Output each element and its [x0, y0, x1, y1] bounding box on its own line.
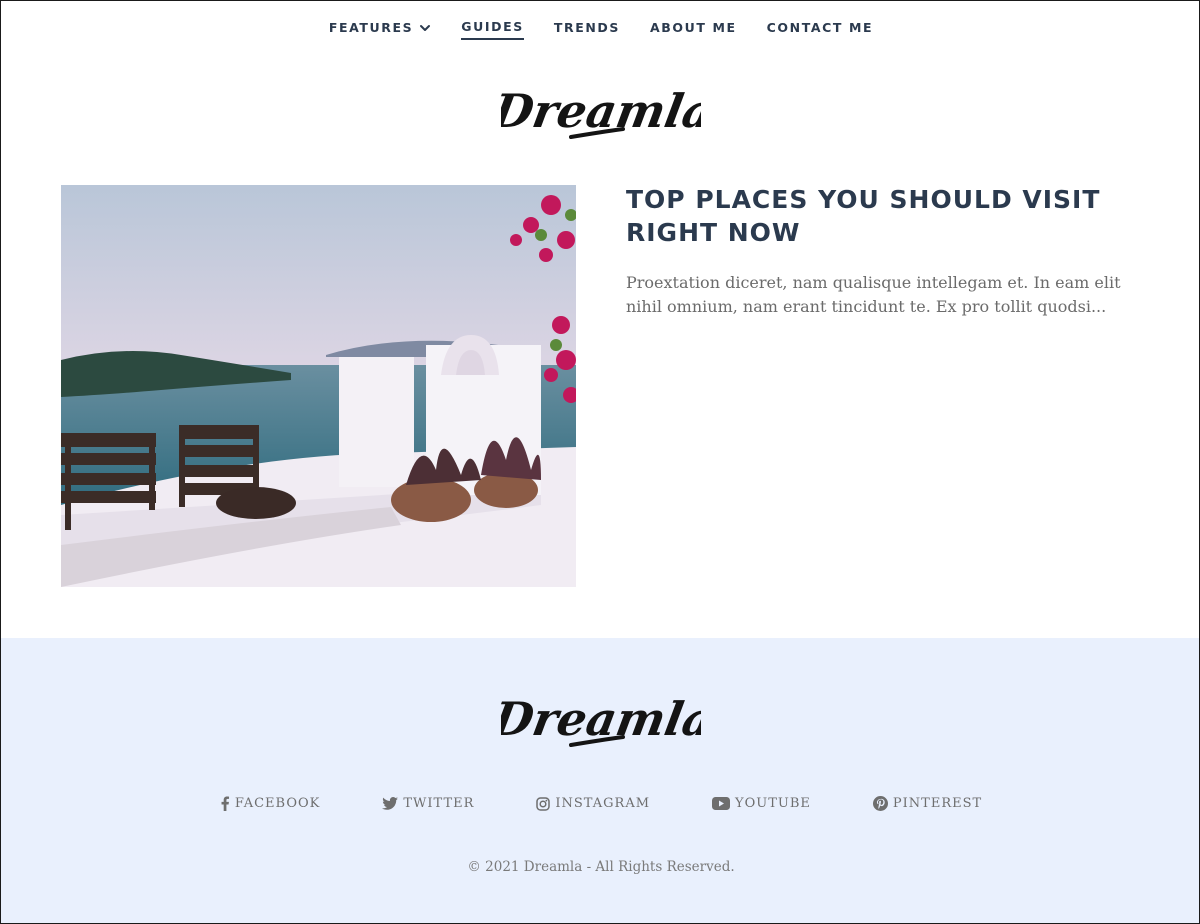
twitter-icon — [382, 797, 399, 810]
instagram-icon — [536, 796, 551, 811]
social-link-twitter[interactable]: TWITTER — [382, 796, 474, 811]
santorini-terrace-photo — [61, 185, 576, 587]
social-link-facebook[interactable]: FACEBOOK — [220, 796, 321, 811]
main-nav: FEATURES GUIDES TRENDS ABOUT ME CONTACT … — [1, 19, 1199, 40]
nav-item-features[interactable]: FEATURES — [329, 19, 431, 40]
site-logo[interactable]: Dreamla — [501, 77, 701, 145]
social-label: PINTEREST — [892, 796, 983, 811]
site-footer — [1, 638, 1199, 923]
post-title[interactable]: TOP PLACES YOU SHOULD VISIT RIGHT NOW — [626, 183, 1146, 249]
social-label: TWITTER — [403, 796, 475, 811]
logo-lettering: Dreamla — [501, 83, 701, 138]
nav-item-contact-me[interactable]: CONTACT ME — [767, 19, 874, 40]
youtube-icon — [712, 797, 731, 810]
social-label: YOUTUBE — [735, 796, 811, 811]
logo-lettering: Dreamla — [501, 691, 701, 746]
nav-item-label: ABOUT ME — [650, 20, 737, 35]
footer-logo[interactable]: Dreamla — [501, 685, 701, 753]
nav-item-label: GUIDES — [461, 19, 524, 34]
nav-item-label: CONTACT ME — [766, 20, 874, 35]
nav-item-about-me[interactable]: ABOUT ME — [650, 19, 737, 40]
social-label: FACEBOOK — [234, 796, 321, 811]
social-link-instagram[interactable]: INSTAGRAM — [536, 796, 650, 811]
page: FEATURES GUIDES TRENDS ABOUT ME CONTACT … — [0, 0, 1200, 924]
nav-item-guides[interactable]: GUIDES — [461, 19, 524, 40]
facebook-icon — [221, 796, 229, 811]
pinterest-icon — [872, 796, 888, 811]
social-link-youtube[interactable]: YOUTUBE — [712, 796, 811, 811]
social-label: INSTAGRAM — [555, 796, 651, 811]
chevron-down-icon — [420, 24, 431, 31]
logo-image: Dreamla — [501, 691, 701, 747]
logo-image: Dreamla — [501, 83, 701, 139]
post-excerpt: Proextation diceret, nam qualisque intel… — [626, 273, 1121, 316]
nav-item-label: TRENDS — [553, 20, 620, 35]
social-link-pinterest[interactable]: PINTEREST — [872, 796, 983, 811]
social-links: FACEBOOK TWITTER INSTAGRAM YOUTUBE PINTE… — [1, 796, 1199, 811]
nav-item-trends[interactable]: TRENDS — [554, 19, 620, 40]
post-image[interactable] — [61, 185, 576, 587]
copyright-text: © 2021 Dreamla - All Rights Reserved. — [467, 859, 735, 875]
nav-item-label: FEATURES — [328, 20, 414, 35]
